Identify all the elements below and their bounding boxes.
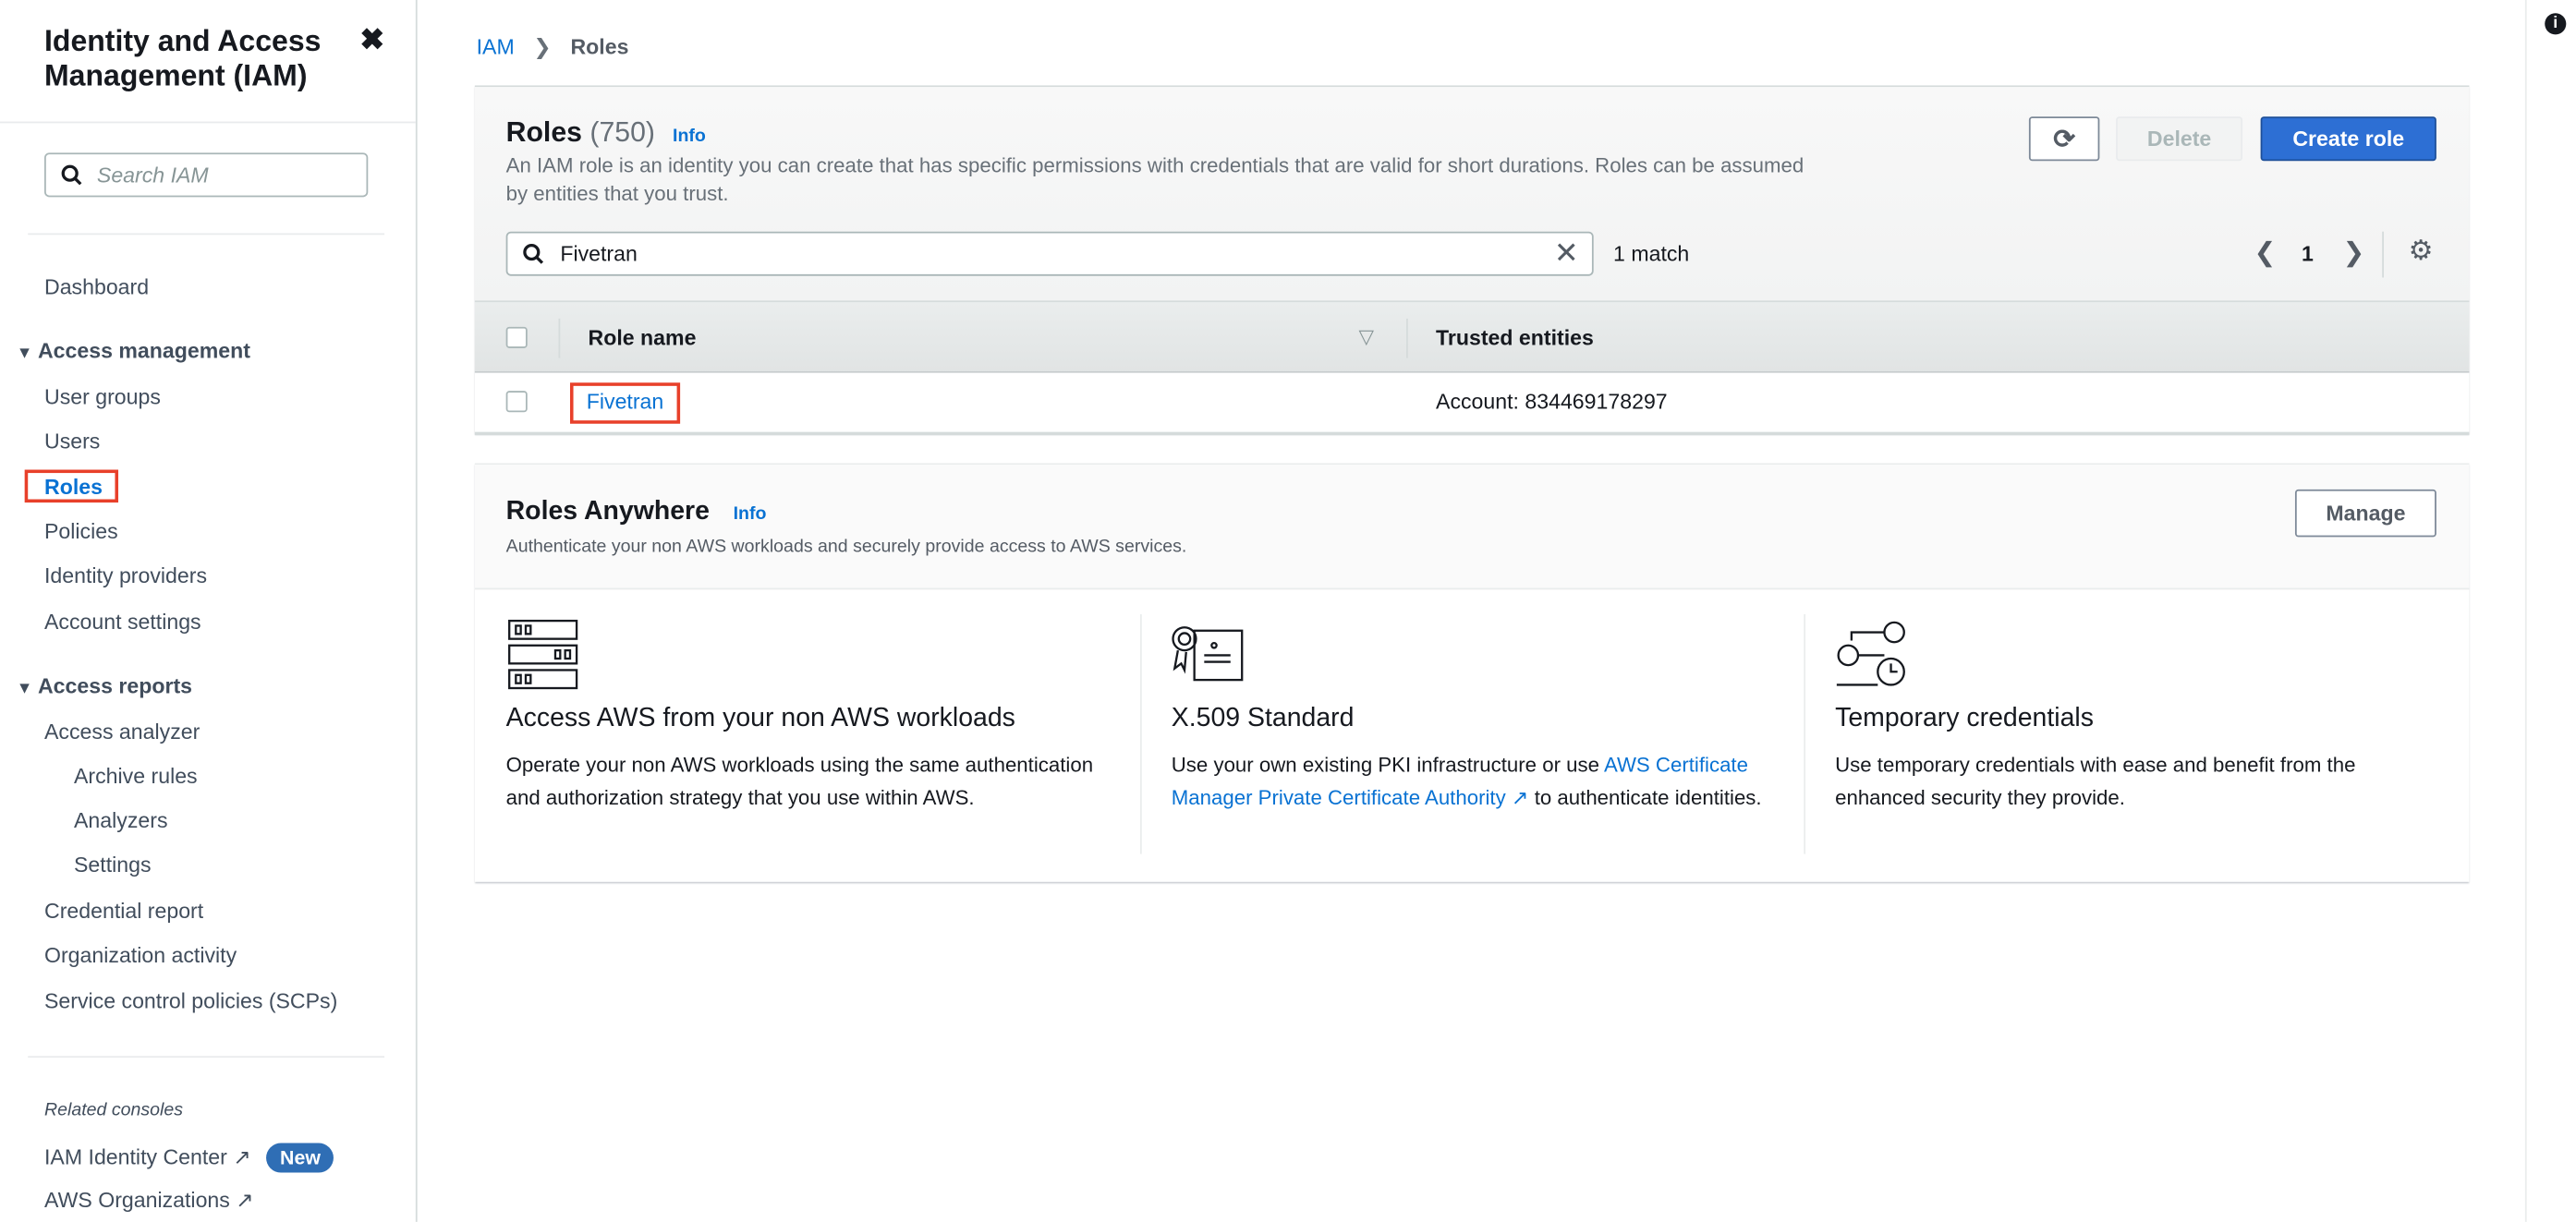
filter-value: Fivetran bbox=[560, 241, 638, 267]
select-all-checkbox[interactable] bbox=[505, 326, 528, 348]
server-rack-icon bbox=[508, 619, 578, 690]
keys-clock-icon bbox=[1836, 621, 1905, 686]
sidebar-item-scps[interactable]: Service control policies (SCPs) bbox=[44, 988, 337, 1013]
delete-button[interactable]: Delete bbox=[2116, 116, 2243, 162]
roles-anywhere-subtitle: Authenticate your non AWS workloads and … bbox=[505, 537, 1187, 557]
feature-title: Access AWS from your non AWS workloads bbox=[505, 704, 1015, 733]
search-icon bbox=[523, 243, 544, 264]
external-link-icon: ↗ bbox=[1505, 786, 1529, 810]
info-link[interactable]: Info bbox=[673, 127, 706, 146]
related-aws-organizations[interactable]: AWS Organizations ↗ bbox=[44, 1188, 254, 1214]
caret-down-icon: ▼ bbox=[16, 345, 33, 363]
feature-title: Temporary credentials bbox=[1835, 704, 2094, 733]
next-page-icon[interactable]: ❯ bbox=[2343, 236, 2365, 270]
table-row: Fivetran Account: 834469178297 bbox=[475, 373, 2470, 434]
search-icon bbox=[61, 164, 82, 186]
feature-title: X.509 Standard bbox=[1171, 704, 1355, 733]
section-label: Access management bbox=[37, 338, 250, 363]
trusted-entity: Account: 834469178297 bbox=[1436, 389, 1668, 415]
sidebar-title-line: Management (IAM) bbox=[44, 59, 308, 92]
roles-heading: Roles (750) Info bbox=[506, 116, 706, 150]
roles-anywhere-heading: Roles Anywhere Info bbox=[506, 498, 767, 527]
search-input[interactable]: Search IAM bbox=[44, 152, 369, 198]
refresh-icon: ⟳ bbox=[2053, 126, 2076, 154]
sidebar-item-organization-activity[interactable]: Organization activity bbox=[44, 943, 237, 968]
breadcrumb-iam[interactable]: IAM bbox=[477, 34, 515, 59]
breadcrumb-roles: Roles bbox=[570, 34, 629, 60]
gear-icon[interactable]: ⚙ bbox=[2409, 235, 2434, 268]
roles-anywhere-title: Roles Anywhere bbox=[505, 497, 710, 526]
close-icon[interactable]: ✖ bbox=[359, 23, 384, 57]
role-link[interactable]: Fivetran bbox=[587, 389, 664, 414]
related-consoles-label: Related consoles bbox=[44, 1100, 184, 1120]
sidebar-item-users[interactable]: Users bbox=[44, 429, 100, 454]
sidebar-item-credential-report[interactable]: Credential report bbox=[44, 899, 203, 924]
prev-page-icon[interactable]: ❮ bbox=[2254, 236, 2276, 270]
sidebar-item-account-settings[interactable]: Account settings bbox=[44, 610, 201, 635]
related-iam-identity-center[interactable]: IAM Identity Center ↗ New bbox=[44, 1143, 334, 1173]
feature-text: Operate your non AWS workloads using the… bbox=[505, 754, 1094, 810]
info-link[interactable]: Info bbox=[734, 504, 767, 524]
link-label: AWS Organizations bbox=[44, 1187, 230, 1213]
sidebar-item-policies[interactable]: Policies bbox=[44, 519, 118, 544]
search-placeholder: Search IAM bbox=[96, 163, 209, 188]
sort-icon[interactable]: ▽ bbox=[1358, 325, 1373, 348]
page-number[interactable]: 1 bbox=[2302, 241, 2314, 266]
sidebar-item-dashboard[interactable]: Dashboard bbox=[44, 274, 149, 299]
info-icon[interactable]: i bbox=[2545, 13, 2567, 35]
roles-title: Roles bbox=[505, 116, 582, 149]
text-part: Use your own existing PKI infrastructure… bbox=[1171, 754, 1604, 778]
external-link-icon: ↗ bbox=[236, 1187, 254, 1213]
row-checkbox[interactable] bbox=[505, 391, 528, 413]
sidebar-item-access-analyzer[interactable]: Access analyzer bbox=[44, 720, 200, 744]
section-access-reports[interactable]: ▼ Access reports bbox=[17, 673, 192, 698]
clear-icon[interactable]: ✕ bbox=[1554, 236, 1579, 271]
sidebar-item-analyzers[interactable]: Analyzers bbox=[74, 808, 167, 833]
column-role-name[interactable]: Role name bbox=[589, 325, 697, 350]
caret-down-icon: ▼ bbox=[16, 680, 33, 698]
table-header: Role name ▽ Trusted entities bbox=[474, 300, 2470, 373]
sidebar-item-user-groups[interactable]: User groups bbox=[44, 384, 161, 409]
sidebar: Identity and Access Management (IAM) ✖ S… bbox=[0, 0, 418, 1222]
new-badge: New bbox=[266, 1143, 334, 1173]
external-link-icon: ↗ bbox=[233, 1144, 251, 1169]
feature-text: Use your own existing PKI infrastructure… bbox=[1172, 749, 1788, 815]
breadcrumb: IAM ❯ Roles bbox=[477, 34, 629, 60]
create-role-button[interactable]: Create role bbox=[2260, 116, 2436, 162]
sidebar-item-settings[interactable]: Settings bbox=[74, 853, 152, 877]
highlight-box bbox=[24, 469, 119, 503]
sidebar-title: Identity and Access Management (IAM) bbox=[44, 25, 321, 94]
roles-anywhere-panel: Roles Anywhere Info Authenticate your no… bbox=[474, 463, 2470, 882]
sidebar-item-archive-rules[interactable]: Archive rules bbox=[74, 764, 198, 789]
roles-description: An IAM role is an identity you can creat… bbox=[505, 154, 1804, 206]
link-label: IAM Identity Center bbox=[44, 1144, 227, 1169]
feature-text: Use temporary credentials with ease and … bbox=[1835, 754, 2356, 810]
certificate-icon bbox=[1172, 626, 1244, 682]
sidebar-item-identity-providers[interactable]: Identity providers bbox=[44, 563, 207, 588]
refresh-button[interactable]: ⟳ bbox=[2028, 116, 2100, 162]
roles-table-container: Roles (750) Info An IAM role is an ident… bbox=[474, 85, 2470, 436]
section-access-management[interactable]: ▼ Access management bbox=[17, 338, 250, 363]
section-label: Access reports bbox=[37, 673, 193, 698]
chevron-right-icon: ❯ bbox=[533, 34, 552, 60]
match-count: 1 match bbox=[1613, 241, 1690, 267]
manage-button[interactable]: Manage bbox=[2294, 489, 2436, 538]
roles-count: (750) bbox=[589, 116, 655, 149]
column-trusted-entities[interactable]: Trusted entities bbox=[1436, 325, 1594, 350]
filter-input[interactable]: Fivetran ✕ bbox=[505, 231, 1594, 276]
text-part: to authenticate identities. bbox=[1528, 786, 1762, 810]
sidebar-title-line: Identity and Access bbox=[44, 24, 322, 58]
